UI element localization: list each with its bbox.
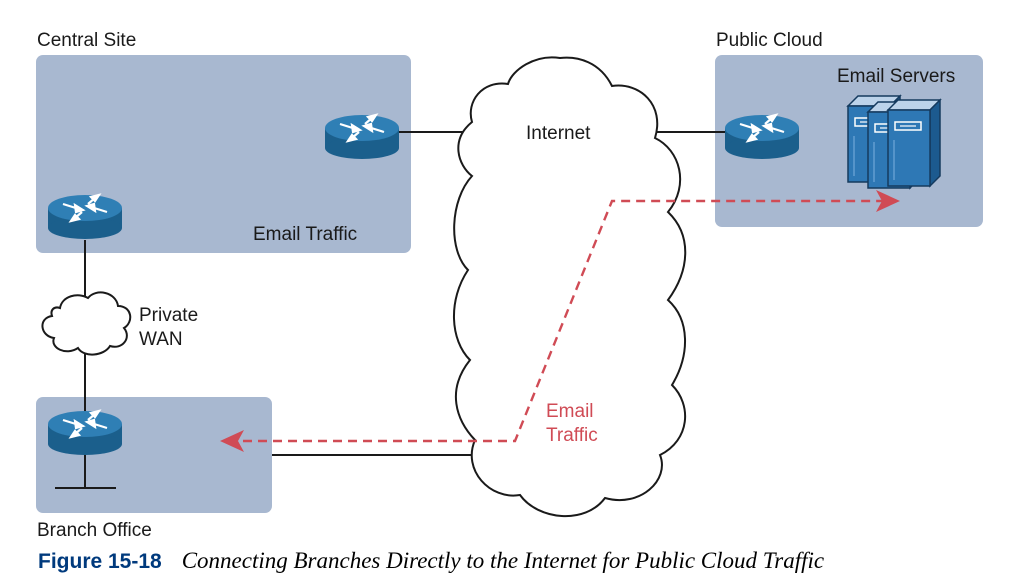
network-diagram: Central Site Email Traffic Public Cloud … xyxy=(36,30,983,541)
private-wan-cloud xyxy=(41,291,132,356)
figure-number: Figure 15-18 xyxy=(38,550,162,573)
private-wan-label-line1: Private xyxy=(139,305,198,326)
central-email-traffic-label: Email Traffic xyxy=(253,224,357,245)
cloud-router-icon xyxy=(723,113,801,161)
internet-label: Internet xyxy=(526,123,591,144)
central-wan-router-icon xyxy=(46,193,124,241)
branch-router-icon xyxy=(46,409,124,457)
central-edge-router-icon xyxy=(323,113,401,161)
flow-traffic-label: Traffic xyxy=(546,425,598,446)
email-servers-label: Email Servers xyxy=(837,66,955,87)
branch-office-label: Branch Office xyxy=(37,520,152,541)
flow-email-label: Email xyxy=(546,401,594,422)
figure-caption: Figure 15-18 Connecting Branches Directly… xyxy=(38,548,998,580)
email-server-icon-3 xyxy=(887,99,941,187)
private-wan-label-line2: WAN xyxy=(139,329,183,350)
central-site-label: Central Site xyxy=(37,30,136,51)
figure-title: Connecting Branches Directly to the Inte… xyxy=(181,548,825,573)
public-cloud-label: Public Cloud xyxy=(716,30,823,51)
